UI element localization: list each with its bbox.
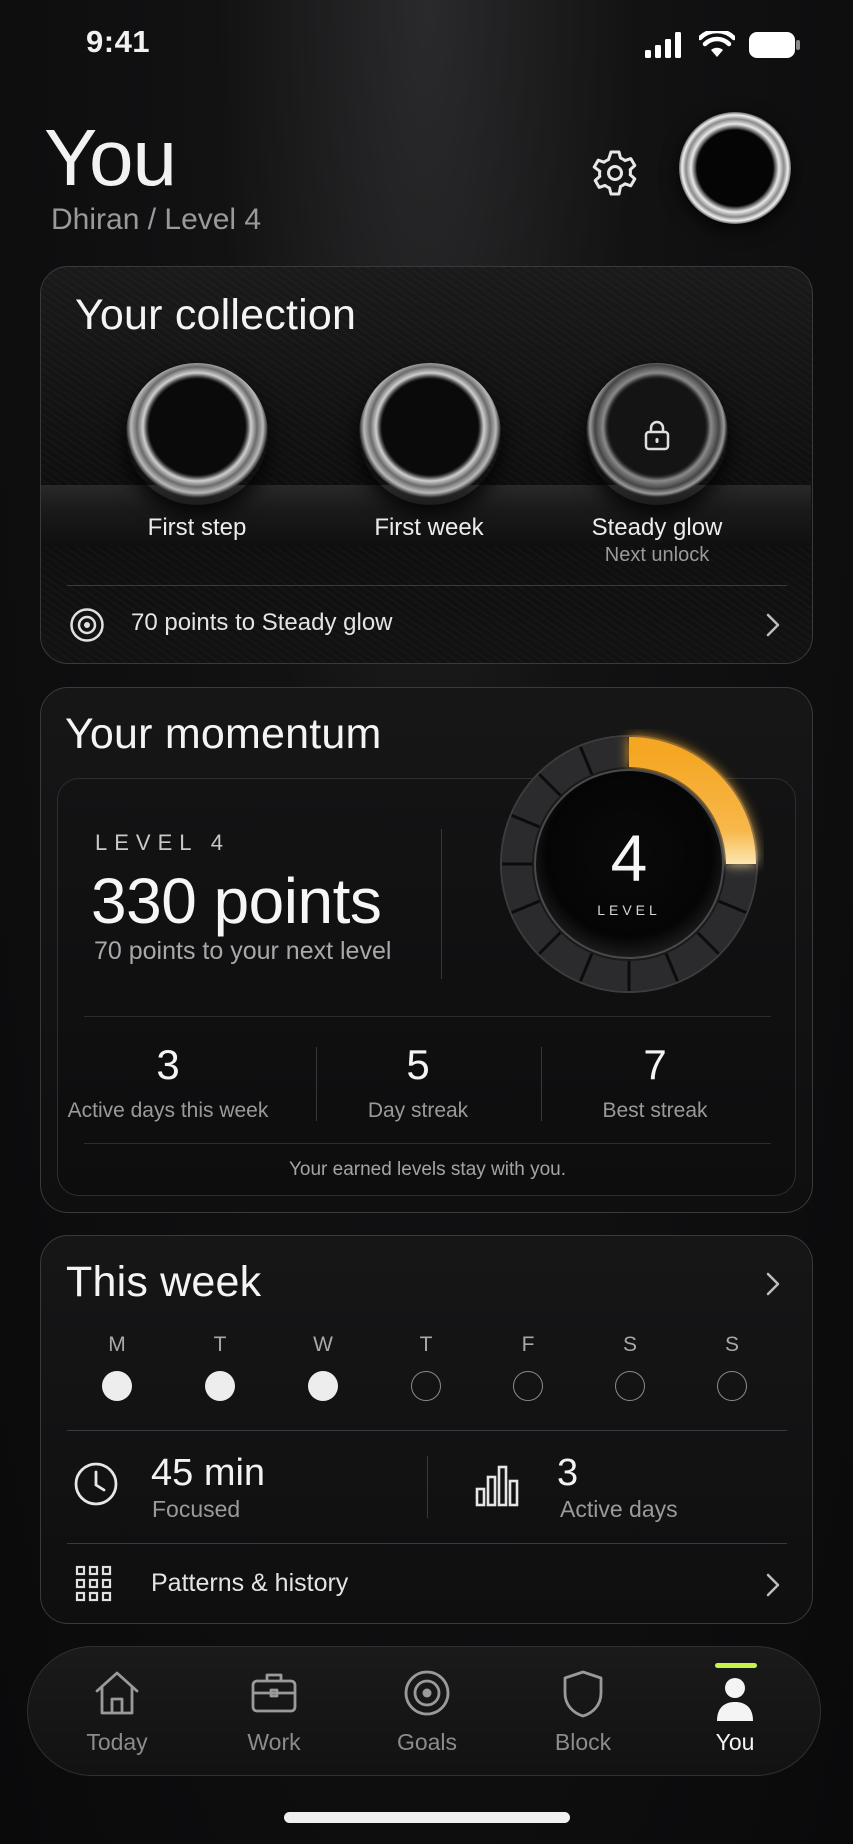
person-icon (717, 1678, 753, 1721)
day-dot-thu-inactive (411, 1371, 441, 1401)
status-icons (645, 30, 801, 60)
clock-icon (74, 1462, 118, 1506)
stats-bottom-divider (84, 1143, 771, 1144)
tab-label-today: Today (86, 1729, 148, 1755)
tab-label-goals: Goals (396, 1729, 458, 1755)
day-letter-thu: T (419, 1333, 433, 1356)
shield-icon (563, 1670, 603, 1718)
collection-progress-text: 70 points to Steady glow (131, 609, 393, 636)
stat-active-days-label: Active days this week (67, 1099, 269, 1122)
tab-label-you: You (715, 1729, 755, 1755)
stat-best-streak-label: Best streak (602, 1099, 708, 1122)
tab-you[interactable]: You (660, 1647, 810, 1777)
active-days-value: 3 (557, 1452, 579, 1494)
briefcase-icon (251, 1673, 297, 1713)
week-metrics-divider (427, 1456, 428, 1518)
panel-vertical-divider (441, 829, 442, 979)
page-subtitle: Dhiran / Level 4 (51, 203, 262, 236)
avatar[interactable] (679, 112, 791, 224)
tab-goals[interactable]: Goals (352, 1647, 502, 1777)
day-letter-mon: M (108, 1333, 126, 1356)
this-week-header[interactable]: This week (41, 1236, 811, 1326)
momentum-footnote: Your earned levels stay with you. (288, 1159, 567, 1180)
day-letter-wed: W (313, 1333, 333, 1356)
points-value: 330 points (91, 865, 382, 937)
collection-divider (67, 585, 787, 586)
status-time: 9:41 (86, 24, 151, 59)
focused-label: Focused (152, 1496, 241, 1522)
badge-first-week[interactable] (359, 363, 501, 505)
focused-value: 45 min (151, 1452, 266, 1494)
collection-title: Your collection (75, 291, 357, 339)
stat-day-streak-value: 5 (406, 1041, 430, 1088)
day-dot-tue-active (205, 1371, 235, 1401)
target-icon (70, 608, 104, 642)
page-title: You (44, 113, 177, 202)
tab-bar: Today Work Goals Block You (27, 1646, 821, 1776)
collection-progress-row[interactable]: 70 points to Steady glow (41, 587, 811, 663)
lock-icon (644, 420, 670, 451)
tab-block[interactable]: Block (508, 1647, 658, 1777)
chevron-right-icon (766, 613, 780, 637)
day-dot-mon-active (102, 1371, 132, 1401)
dial-level-number: 4 (611, 821, 648, 895)
day-dot-fri-inactive (513, 1371, 543, 1401)
stat-best-streak-value: 7 (643, 1041, 667, 1088)
badge-label-first-week: First week (374, 514, 484, 541)
wifi-icon (699, 31, 735, 57)
stat-active-days-value: 3 (156, 1041, 180, 1088)
stat-day-streak-label: Day streak (367, 1099, 469, 1122)
stats-top-divider (84, 1016, 771, 1017)
badge-first-step[interactable] (126, 363, 268, 505)
tab-work[interactable]: Work (199, 1647, 349, 1777)
this-week-card: This week M T W T F S S 45 min Focused 3… (40, 1235, 813, 1624)
badge-label-steady-glow: Steady glow (591, 514, 723, 541)
day-letter-sun: S (724, 1333, 739, 1356)
this-week-title: This week (66, 1258, 262, 1306)
bar-chart-icon (475, 1465, 519, 1507)
battery-icon (749, 32, 800, 58)
settings-gear-icon[interactable] (590, 148, 640, 198)
level-eyebrow: LEVEL 4 (95, 830, 231, 855)
stat-divider-2 (541, 1047, 542, 1121)
day-letter-fri: F (521, 1333, 535, 1356)
momentum-title: Your momentum (65, 710, 382, 758)
tab-label-block: Block (554, 1729, 612, 1755)
active-tab-indicator (715, 1663, 757, 1668)
level-dial: 4 LEVEL (500, 735, 758, 993)
grid-icon (75, 1565, 112, 1602)
home-indicator (284, 1812, 570, 1823)
target-icon (404, 1670, 450, 1716)
badge-steady-glow-locked[interactable] (586, 363, 728, 505)
day-dot-wed-active (308, 1371, 338, 1401)
tab-today[interactable]: Today (42, 1647, 192, 1777)
patterns-history-row[interactable]: Patterns & history (41, 1545, 811, 1623)
day-letter-sat: S (622, 1333, 637, 1356)
collection-card: Your collection First step First week St… (40, 266, 813, 664)
badge-sub-next-unlock: Next unlock (604, 544, 710, 566)
chevron-right-icon (766, 1573, 780, 1597)
week-divider-1 (67, 1430, 787, 1431)
momentum-panel: LEVEL 4 330 points 70 points to your nex… (57, 735, 796, 1196)
day-dot-sun-inactive (717, 1371, 747, 1401)
day-dot-sat-inactive (615, 1371, 645, 1401)
points-to-next-level: 70 points to your next level (94, 937, 392, 965)
dial-level-label: LEVEL (597, 902, 661, 918)
home-icon (95, 1671, 139, 1715)
momentum-card: Your momentum LEVEL 4 330 points 70 poin… (40, 687, 813, 1213)
chevron-right-icon (766, 1272, 780, 1296)
active-days-label: Active days (560, 1496, 678, 1522)
week-divider-2 (67, 1543, 787, 1544)
patterns-history-label: Patterns & history (151, 1569, 349, 1597)
day-letter-tue: T (213, 1333, 227, 1356)
badge-label-first-step: First step (147, 514, 247, 541)
cellular-signal-icon (645, 32, 681, 58)
tab-label-work: Work (247, 1729, 301, 1755)
